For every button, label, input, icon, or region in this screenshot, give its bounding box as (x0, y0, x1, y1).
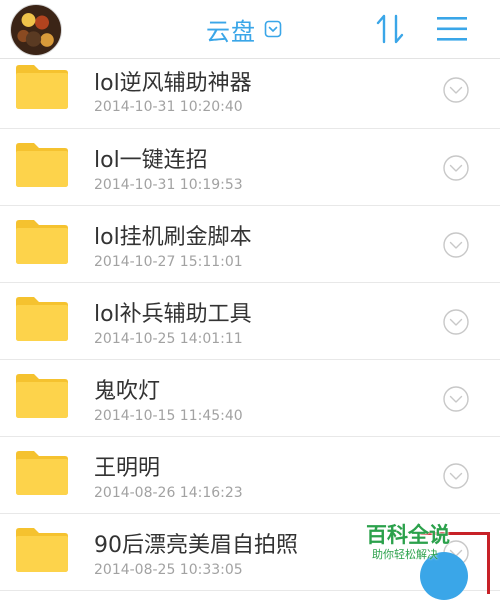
file-date: 2014-10-27 15:11:01 (94, 254, 243, 270)
chevron-down-circle-icon[interactable] (441, 461, 471, 491)
file-date: 2014-08-26 14:16:23 (94, 485, 243, 501)
folder-icon (16, 143, 68, 187)
folder-icon (16, 374, 68, 418)
page-title: 云盘 (206, 17, 256, 46)
folder-icon (16, 451, 68, 495)
title-dropdown[interactable]: 云盘 (206, 13, 282, 46)
file-date: 2014-10-31 10:19:53 (94, 177, 243, 193)
file-row[interactable]: lol一键连招 2014-10-31 10:19:53 (0, 129, 500, 206)
file-name: lol补兵辅助工具 (94, 302, 252, 327)
folder-icon (16, 528, 68, 572)
file-name: 王明明 (94, 456, 161, 481)
chevron-down-circle-icon[interactable] (441, 153, 471, 183)
file-row[interactable]: lol补兵辅助工具 2014-10-25 14:01:11 (0, 283, 500, 360)
user-avatar[interactable] (10, 4, 62, 56)
file-name: lol一键连招 (94, 148, 208, 173)
file-date: 2014-10-25 14:01:11 (94, 331, 243, 347)
file-name: lol逆风辅助神器 (94, 71, 252, 96)
watermark-title: 百科全说 (366, 523, 450, 547)
file-row[interactable]: 王明明 2014-08-26 14:16:23 (0, 437, 500, 514)
file-row[interactable]: lol挂机刷金脚本 2014-10-27 15:11:01 (0, 206, 500, 283)
chevron-down-circle-icon[interactable] (441, 75, 471, 105)
file-row[interactable]: lol逆风辅助神器 2014-10-31 10:20:40 (0, 58, 500, 129)
file-name: lol挂机刷金脚本 (94, 225, 252, 250)
hamburger-menu-icon[interactable] (436, 14, 468, 44)
sort-arrows-icon[interactable] (374, 12, 406, 46)
folder-icon (16, 297, 68, 341)
file-row[interactable]: 鬼吹灯 2014-10-15 11:45:40 (0, 360, 500, 437)
file-date: 2014-10-31 10:20:40 (94, 99, 243, 115)
chevron-down-box-icon (264, 20, 282, 38)
chevron-down-circle-icon[interactable] (441, 230, 471, 260)
watermark-logo: 百科全说 助你轻松解决 (358, 517, 500, 594)
watermark-subtitle: 助你轻松解决 (372, 548, 438, 561)
file-list: lol逆风辅助神器 2014-10-31 10:20:40 lol一键连招 20… (0, 58, 500, 591)
folder-icon (16, 220, 68, 264)
folder-icon (16, 65, 68, 109)
chevron-down-circle-icon[interactable] (441, 384, 471, 414)
file-name: 90后漂亮美眉自拍照 (94, 533, 298, 558)
file-name: 鬼吹灯 (94, 379, 161, 404)
file-date: 2014-10-15 11:45:40 (94, 408, 243, 424)
file-date: 2014-08-25 10:33:05 (94, 562, 243, 578)
chevron-down-circle-icon[interactable] (441, 307, 471, 337)
top-bar: 云盘 (0, 0, 500, 59)
